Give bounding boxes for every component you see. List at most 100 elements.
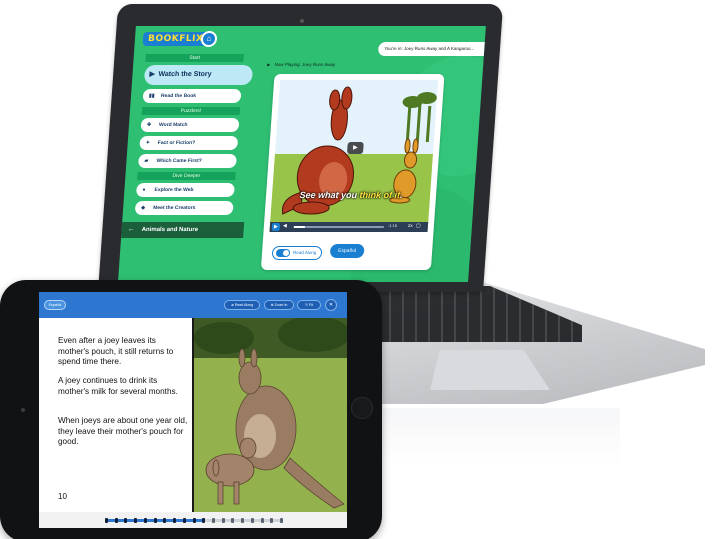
page-dot[interactable]	[163, 518, 166, 523]
page-dot[interactable]	[241, 518, 244, 523]
tablet-home-button[interactable]	[351, 397, 373, 419]
toggle-switch[interactable]	[275, 249, 291, 257]
page-dot[interactable]	[231, 518, 234, 523]
book-text-page: Even after a joey leaves its mother's po…	[39, 318, 192, 512]
page-dot[interactable]	[261, 518, 264, 523]
page-dot[interactable]	[212, 518, 215, 523]
arrow-left-icon: ←	[127, 226, 135, 233]
back-label: Animals and Nature	[141, 227, 199, 233]
now-playing-label: Now Playing: Joey Runs Away	[274, 62, 336, 67]
page-dot[interactable]	[202, 518, 205, 523]
menu-item-which-came-first[interactable]: ▰ Which Came First?	[137, 154, 237, 168]
sidebar-menu: Start ▶ Watch the Story ▮▮ Read the Book…	[130, 52, 254, 219]
menu-item-label: Watch the Story	[158, 71, 212, 78]
page-dot[interactable]	[105, 518, 108, 523]
fullscreen-icon[interactable]: ▢	[416, 223, 421, 229]
caption-text: See what you	[299, 190, 360, 200]
book-paragraph: When joeys are about one year old, they …	[58, 416, 188, 446]
espanol-button[interactable]: Español	[329, 244, 365, 258]
now-watching-tag: You're in: Joey Runs Away and A Kangaroo…	[377, 42, 486, 56]
menu-item-label: Read the Book	[160, 93, 197, 99]
book-paragraph: Even after a joey leaves its mother's po…	[58, 336, 174, 366]
close-icon[interactable]: ✕	[325, 299, 337, 311]
now-playing: ▶ Now Playing: Joey Runs Away	[267, 62, 335, 67]
read-along-toggle[interactable]: Read Along	[271, 246, 323, 260]
laptop-screen: BOOKFLIX ⌂ You're in: Joey Runs Away and…	[118, 26, 486, 282]
read-along-label: Read Along	[234, 303, 254, 307]
bookflix-app: BOOKFLIX ⌂ You're in: Joey Runs Away and…	[118, 26, 486, 282]
menu-item-label: Explore the Web	[154, 187, 194, 193]
reader-toolbar: Español ◂▪ Read Along ⊕ Zoom In ⤧ Fit ✕	[39, 292, 347, 318]
play-circle-icon: ▶	[149, 71, 156, 78]
volume-icon[interactable]: ◀	[283, 223, 287, 229]
laptop-keyboard	[352, 286, 582, 342]
page-dot[interactable]	[115, 518, 118, 523]
cartoon-kangaroos-illustration	[269, 80, 439, 230]
page-dot[interactable]	[144, 518, 147, 523]
video-frame[interactable]: ▶ See what you think of it.	[269, 80, 439, 230]
back-to-animals-nature[interactable]: ← Animals and Nature	[121, 222, 245, 238]
read-along-label: Read Along	[292, 250, 317, 255]
menu-item-label: Fact or Fiction?	[157, 140, 196, 146]
zoom-in-label: Zoom In	[274, 303, 288, 307]
play-indicator-icon: ▶	[267, 62, 271, 67]
page-number: 10	[58, 492, 67, 501]
laptop-reflection	[360, 408, 620, 468]
zoom-in-button[interactable]: ⊕ Zoom In	[264, 300, 294, 310]
tablet-camera-icon	[21, 408, 25, 412]
menu-item-fact-or-fiction[interactable]: ✦ Fact or Fiction?	[139, 136, 239, 150]
menu-item-label: Word Match	[158, 122, 188, 128]
bookflix-logo[interactable]: BOOKFLIX	[142, 32, 209, 46]
section-dive-deeper: Dive Deeper	[137, 172, 236, 180]
caption-end: .	[399, 190, 403, 200]
video-time: -1:16	[387, 223, 398, 228]
page-dot[interactable]	[154, 518, 157, 523]
globe-icon: ●	[142, 187, 146, 193]
kangaroo-photo	[194, 318, 347, 512]
page-dot[interactable]	[173, 518, 176, 523]
app-header: BOOKFLIX ⌂ You're in: Joey Runs Away and…	[134, 26, 486, 56]
page-dot[interactable]	[183, 518, 186, 523]
puzzle-icon: ✚	[146, 122, 152, 128]
page-dot[interactable]	[251, 518, 254, 523]
page-scrubber[interactable]	[105, 518, 283, 523]
video-controls: ▶ ◀ -1:16 2x ▢	[269, 222, 429, 232]
page-dot[interactable]	[270, 518, 273, 523]
home-icon[interactable]: ⌂	[200, 31, 218, 47]
read-along-button[interactable]: ◂▪ Read Along	[224, 300, 260, 310]
menu-item-read-book[interactable]: ▮▮ Read the Book	[142, 89, 242, 103]
laptop-camera-icon	[300, 19, 304, 23]
tablet-screen: Español ◂▪ Read Along ⊕ Zoom In ⤧ Fit ✕ …	[39, 292, 347, 528]
cards-icon: ▰	[144, 158, 149, 164]
fit-button[interactable]: ⤧ Fit	[297, 300, 321, 310]
page-progress-bar	[39, 512, 347, 528]
section-puzzlers: Puzzlers!	[141, 107, 241, 115]
menu-item-watch-story[interactable]: ▶ Watch the Story	[143, 65, 254, 85]
book-paragraph: A joey continues to drink its mother's m…	[58, 376, 178, 396]
page-dot[interactable]	[222, 518, 225, 523]
sparkle-icon: ✦	[145, 140, 151, 146]
page-dot[interactable]	[193, 518, 196, 523]
section-start: Start	[145, 54, 244, 62]
book-icon: ▮▮	[148, 93, 155, 99]
play-icon[interactable]: ▶	[346, 142, 364, 154]
menu-item-explore-web[interactable]: ● Explore the Web	[135, 183, 235, 197]
video-scrubber[interactable]	[293, 226, 384, 228]
kangaroo-with-joey-illustration	[194, 318, 347, 512]
menu-item-label: Meet the Creators	[152, 205, 196, 211]
page-dot[interactable]	[124, 518, 127, 523]
page-dot[interactable]	[280, 518, 283, 523]
video-caption: See what you think of it.	[272, 190, 431, 200]
espanol-button[interactable]: Español	[44, 300, 66, 310]
play-pause-icon[interactable]: ▶	[271, 223, 281, 231]
speed-button[interactable]: 2x	[408, 223, 413, 228]
menu-item-meet-creators[interactable]: ◆ Meet the Creators	[134, 201, 234, 215]
stage: BOOKFLIX ⌂ You're in: Joey Runs Away and…	[0, 0, 713, 539]
people-icon: ◆	[140, 205, 146, 211]
video-progress-fill	[293, 226, 305, 228]
menu-item-word-match[interactable]: ✚ Word Match	[140, 118, 240, 132]
fit-label: Fit	[308, 303, 313, 307]
menu-item-label: Which Came First?	[156, 158, 202, 164]
page-dot[interactable]	[134, 518, 137, 523]
video-player-card: ▶ See what you think of it. ▶ ◀ -1:16 2x…	[260, 74, 445, 270]
